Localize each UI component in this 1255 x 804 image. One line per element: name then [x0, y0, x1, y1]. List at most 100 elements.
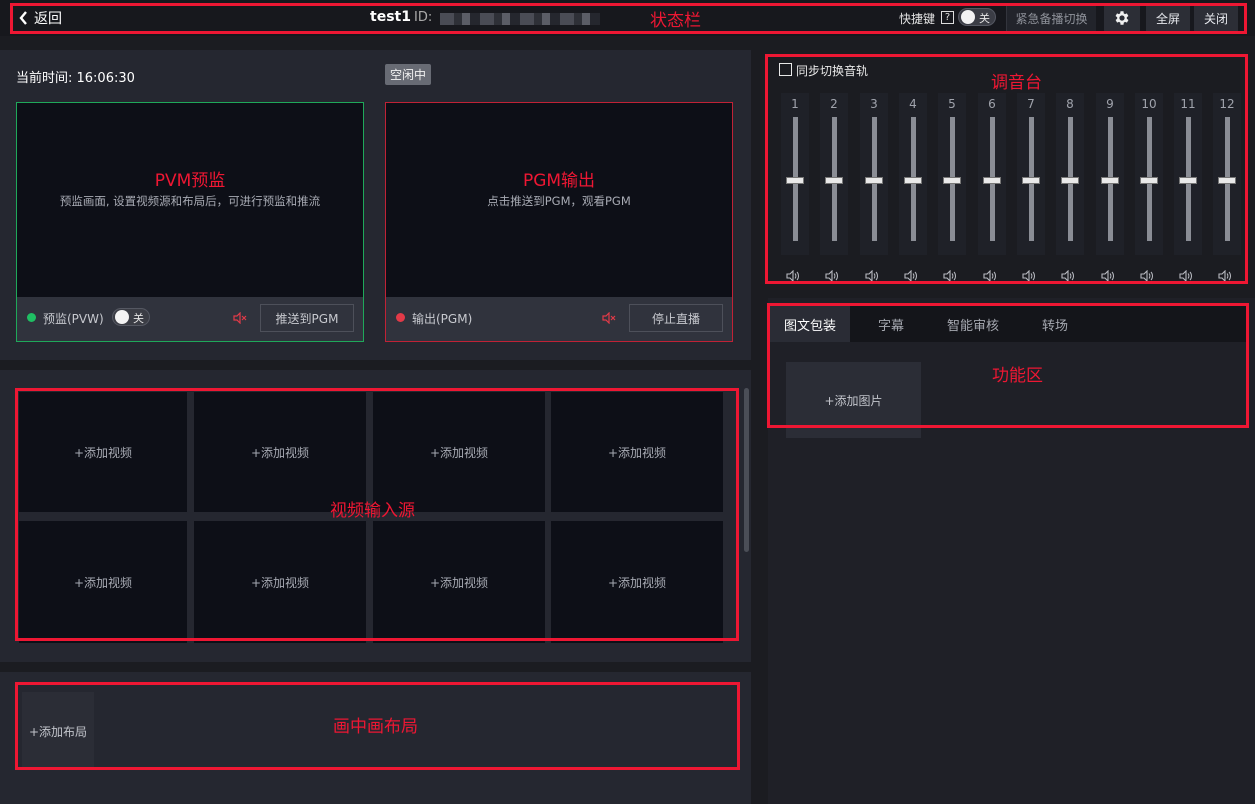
chevron-left-icon	[19, 11, 27, 25]
speaker-icon[interactable]	[1101, 270, 1115, 282]
channel-number: 12	[1219, 97, 1235, 111]
mixer-channel: 5	[938, 93, 966, 282]
channel-number: 11	[1180, 97, 1196, 111]
video-input-tile[interactable]: +添加视频	[19, 521, 187, 643]
channel-number: 9	[1106, 97, 1114, 111]
volume-slider-thumb[interactable]	[825, 177, 843, 185]
volume-slider-thumb[interactable]	[1022, 177, 1040, 185]
preview-footer: 预监(PVW) 关 推送到PGM	[17, 297, 363, 341]
mixer-channel: 8	[1056, 93, 1084, 282]
mixer-channel: 6	[978, 93, 1006, 282]
fullscreen-button[interactable]: 全屏	[1146, 5, 1190, 31]
preview-status-dot	[27, 313, 36, 322]
preview-title: PVM预监	[154, 171, 226, 191]
stream-id-label: ID:	[414, 10, 433, 25]
video-input-tile[interactable]: +添加视频	[373, 392, 545, 512]
mixer-channel: 12	[1213, 93, 1241, 282]
video-input-tile[interactable]: +添加视频	[373, 521, 545, 643]
video-input-tile[interactable]: +添加视频	[551, 392, 723, 512]
mute-icon[interactable]	[233, 312, 247, 324]
speaker-icon[interactable]	[825, 270, 839, 282]
help-icon[interactable]: ?	[941, 11, 954, 24]
annotation-pip-layout: 画中画布局	[333, 717, 418, 737]
tab-subtitles[interactable]: 字幕	[858, 306, 924, 342]
tab-graphics[interactable]: 图文包装	[770, 306, 850, 342]
mixer-channel: 11	[1174, 93, 1202, 282]
mixer-channel: 7	[1017, 93, 1045, 282]
tab-smart-review[interactable]: 智能审核	[932, 306, 1014, 342]
video-input-tile[interactable]: +添加视频	[194, 392, 366, 512]
program-footer: 输出(PGM) 停止直播	[386, 297, 732, 341]
mute-icon[interactable]	[602, 312, 616, 324]
push-to-pgm-button[interactable]: 推送到PGM	[260, 304, 354, 332]
sync-audio-label: 同步切换音轨	[796, 64, 869, 78]
channel-number: 2	[830, 97, 838, 111]
mixer-channel: 1	[781, 93, 809, 282]
toggle-knob	[961, 10, 975, 24]
settings-button[interactable]	[1104, 5, 1140, 31]
preview-monitor: PVM预监 预监画面, 设置视频源和布局后，可进行预监和推流 预监(PVW) 关…	[16, 102, 364, 342]
volume-slider-thumb[interactable]	[943, 177, 961, 185]
monitor-panel: 当前时间: 16:06:30 空闲中 PVM预监 预监画面, 设置视频源和布局后…	[0, 50, 751, 360]
speaker-icon[interactable]	[943, 270, 957, 282]
speaker-icon[interactable]	[1061, 270, 1075, 282]
toggle-knob	[115, 310, 129, 324]
volume-slider-thumb[interactable]	[1140, 177, 1158, 185]
channel-number: 1	[791, 97, 799, 111]
add-image-button[interactable]: +添加图片	[786, 362, 921, 438]
speaker-icon[interactable]	[865, 270, 879, 282]
channel-number: 3	[870, 97, 878, 111]
volume-slider-thumb[interactable]	[865, 177, 883, 185]
shortcut-label: 快捷键	[899, 12, 936, 26]
stop-live-button[interactable]: 停止直播	[629, 304, 723, 332]
status-badge: 空闲中	[385, 64, 432, 85]
mixer-channel: 4	[899, 93, 927, 282]
preview-toggle[interactable]: 关	[112, 308, 150, 326]
channel-number: 10	[1141, 97, 1157, 111]
annotation-status-bar: 状态栏	[650, 11, 701, 31]
video-input-tile[interactable]: +添加视频	[551, 521, 723, 643]
shortcut-toggle[interactable]: 关	[958, 8, 996, 26]
speaker-icon[interactable]	[1218, 270, 1232, 282]
volume-slider-thumb[interactable]	[983, 177, 1001, 185]
mixer-channel: 9	[1096, 93, 1124, 282]
program-label: 输出(PGM)	[412, 312, 473, 326]
sync-audio-checkbox[interactable]	[779, 63, 792, 76]
stream-id-value-redacted	[440, 13, 600, 25]
program-status-dot	[396, 313, 405, 322]
volume-slider-thumb[interactable]	[904, 177, 922, 185]
volume-slider-thumb[interactable]	[786, 177, 804, 185]
tab-transition[interactable]: 转场	[1022, 306, 1088, 342]
gear-icon	[1115, 11, 1129, 25]
speaker-icon[interactable]	[1140, 270, 1154, 282]
speaker-icon[interactable]	[983, 270, 997, 282]
layout-panel: +添加布局	[0, 672, 751, 804]
program-subtitle: 点击推送到PGM，观看PGM	[487, 194, 631, 208]
scrollbar[interactable]	[744, 388, 749, 552]
speaker-icon[interactable]	[786, 270, 800, 282]
close-button[interactable]: 关闭	[1194, 5, 1238, 31]
video-input-tile[interactable]: +添加视频	[19, 392, 187, 512]
channel-number: 4	[909, 97, 917, 111]
volume-slider-thumb[interactable]	[1218, 177, 1236, 185]
speaker-icon[interactable]	[1179, 270, 1193, 282]
add-layout-button[interactable]: +添加布局	[22, 692, 94, 770]
speaker-icon[interactable]	[1022, 270, 1036, 282]
back-button[interactable]: 返回	[18, 8, 62, 28]
preview-toggle-label: 关	[133, 312, 144, 325]
volume-slider-thumb[interactable]	[1179, 177, 1197, 185]
annotation-features: 功能区	[992, 366, 1043, 386]
volume-slider-thumb[interactable]	[1101, 177, 1119, 185]
video-input-tile[interactable]: +添加视频	[194, 521, 366, 643]
program-title: PGM输出	[522, 171, 596, 191]
shortcut-toggle-label: 关	[979, 12, 990, 25]
status-bar: 返回 test1 ID: 快捷键 ? 关 紧急备播切换 全屏 关闭	[0, 0, 1255, 36]
channel-number: 8	[1066, 97, 1074, 111]
mixer-channel: 2	[820, 93, 848, 282]
stream-title: test1	[370, 9, 411, 25]
speaker-icon[interactable]	[904, 270, 918, 282]
current-time: 当前时间: 16:06:30	[16, 71, 135, 86]
volume-slider-thumb[interactable]	[1061, 177, 1079, 185]
channel-number: 7	[1027, 97, 1035, 111]
emergency-switch-button[interactable]: 紧急备播切换	[1006, 5, 1096, 31]
